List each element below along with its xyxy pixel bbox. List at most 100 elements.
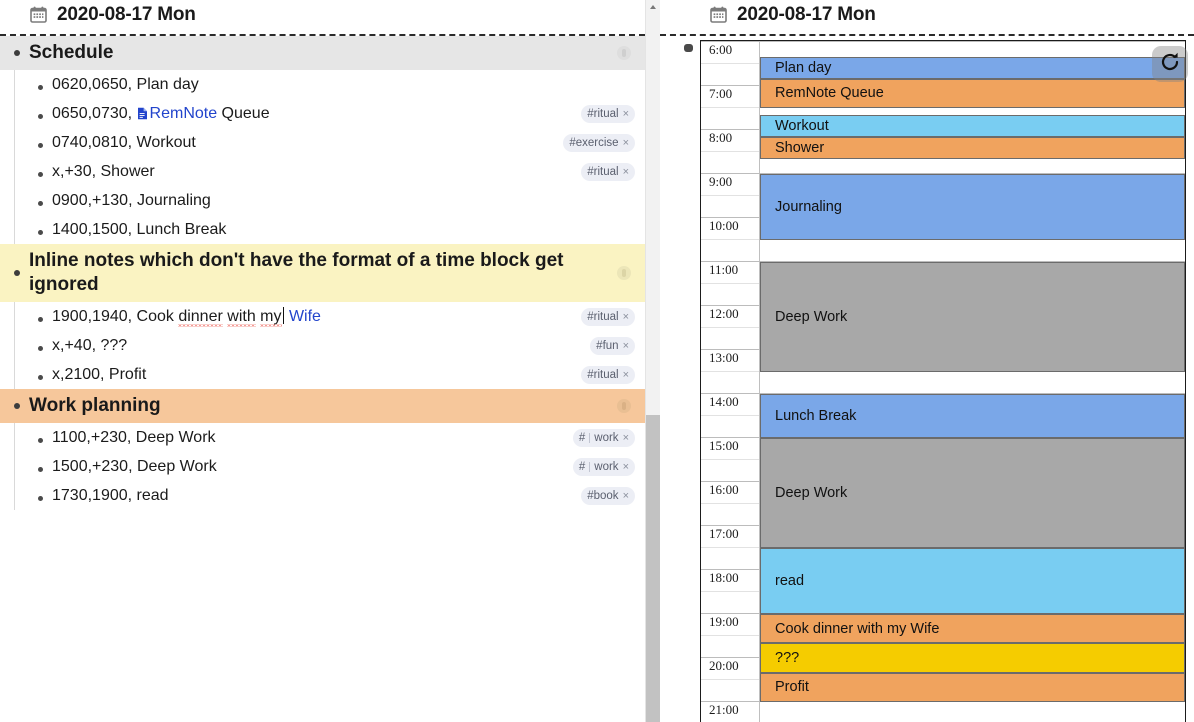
hour-label: 12:00 bbox=[709, 306, 739, 321]
list-item[interactable]: x,+30, Shower #ritual × bbox=[30, 157, 645, 186]
calendar-event[interactable]: Plan day bbox=[760, 56, 1185, 79]
group-label: Schedule bbox=[29, 42, 114, 63]
close-icon[interactable]: × bbox=[623, 432, 629, 444]
refresh-button[interactable] bbox=[1152, 46, 1188, 82]
tag-list: #ritual × bbox=[581, 365, 635, 384]
bullet-icon bbox=[684, 44, 693, 52]
group-badge-icon[interactable] bbox=[617, 266, 631, 280]
list-item[interactable]: x,+40, ??? #fun × bbox=[30, 331, 645, 360]
outline-group-inline-notes[interactable]: Inline notes which don't have the format… bbox=[0, 244, 645, 302]
calendar-event[interactable]: Profit bbox=[760, 672, 1185, 702]
hour-row[interactable]: 21:00 bbox=[701, 701, 1185, 722]
tag-exercise[interactable]: #exercise × bbox=[563, 133, 635, 152]
half-hour-gridline bbox=[701, 503, 759, 504]
tag-fun[interactable]: #fun × bbox=[590, 336, 635, 355]
list-item[interactable]: x,2100, Profit #ritual × bbox=[30, 360, 645, 389]
half-hour-gridline bbox=[701, 415, 759, 416]
calendar-event-title: Profit bbox=[775, 679, 809, 696]
close-icon[interactable]: × bbox=[623, 311, 629, 323]
hour-label: 20:00 bbox=[709, 658, 739, 673]
list-item[interactable]: 0740,0810, Workout #exercise × bbox=[30, 128, 645, 157]
tag-hash: # bbox=[578, 460, 586, 473]
calendar-event-title: RemNote Queue bbox=[775, 85, 884, 102]
calendar-event[interactable]: Workout bbox=[760, 115, 1185, 138]
calendar-event[interactable]: ??? bbox=[760, 643, 1185, 673]
half-hour-gridline bbox=[701, 283, 759, 284]
tag-work[interactable]: # work × bbox=[572, 457, 635, 476]
tag-label: #ritual bbox=[587, 310, 619, 323]
list-item[interactable]: 0620,0650, Plan day bbox=[30, 70, 645, 99]
list-item[interactable]: 1100,+230, Deep Work # work × bbox=[30, 423, 645, 452]
close-icon[interactable]: × bbox=[623, 461, 629, 473]
close-icon[interactable]: × bbox=[623, 490, 629, 502]
calendar-event-title: Plan day bbox=[775, 59, 832, 76]
hour-label: 10:00 bbox=[709, 218, 739, 233]
close-icon[interactable]: × bbox=[623, 340, 629, 352]
close-icon[interactable]: × bbox=[623, 369, 629, 381]
calendar-icon bbox=[710, 6, 727, 23]
close-icon[interactable]: × bbox=[623, 108, 629, 120]
tag-label: work bbox=[594, 460, 619, 473]
wife-link[interactable]: Wife bbox=[289, 308, 321, 325]
calendar-event[interactable]: Deep Work bbox=[760, 438, 1185, 548]
tag-ritual[interactable]: #ritual × bbox=[581, 365, 635, 384]
hour-label: 7:00 bbox=[709, 86, 733, 101]
vertical-scrollbar[interactable] bbox=[645, 0, 661, 722]
half-hour-gridline bbox=[701, 371, 759, 372]
calendar-event[interactable]: Cook dinner with my Wife bbox=[760, 614, 1185, 644]
list-item[interactable]: 1500,+230, Deep Work # work × bbox=[30, 452, 645, 481]
list-item[interactable]: 1900,1940, Cook dinner with my Wife #rit… bbox=[30, 302, 645, 331]
calendar-event-title: ??? bbox=[775, 649, 800, 666]
half-hour-gridline bbox=[701, 679, 759, 680]
tag-list: #ritual × bbox=[581, 307, 635, 326]
day-calendar-grid[interactable]: 6:00 7:00 8:00 9:00 10:00 11:00 12:00 13:00 14:0… bbox=[700, 40, 1186, 722]
group-badge-icon[interactable] bbox=[617, 399, 631, 413]
calendar-event[interactable]: RemNote Queue bbox=[760, 78, 1185, 108]
hour-gridline bbox=[701, 41, 1185, 42]
tag-work[interactable]: # work × bbox=[572, 428, 635, 447]
calendar-event-title: Workout bbox=[775, 118, 829, 135]
tag-ritual[interactable]: #ritual × bbox=[581, 307, 635, 326]
tag-label: #ritual bbox=[587, 107, 619, 120]
list-item[interactable]: 0650,0730, RemNote Queue #ritual × bbox=[30, 99, 645, 128]
outline-group-schedule[interactable]: Schedule bbox=[0, 36, 645, 70]
scroll-up-icon[interactable] bbox=[646, 0, 661, 14]
list-item[interactable]: 1730,1900, read #book × bbox=[30, 481, 645, 510]
list-item[interactable]: 1400,1500, Lunch Break bbox=[30, 215, 645, 244]
left-outline-pane[interactable]: 2020-08-17 Mon Schedule 0620,0650, Plan … bbox=[0, 0, 645, 722]
scrollbar-thumb[interactable] bbox=[646, 415, 661, 722]
tag-ritual[interactable]: #ritual × bbox=[581, 162, 635, 181]
spellcheck-word: dinner bbox=[178, 308, 223, 325]
tag-ritual[interactable]: #ritual × bbox=[581, 104, 635, 123]
group-badge-icon[interactable] bbox=[617, 46, 631, 60]
remnote-link[interactable]: RemNote bbox=[150, 105, 218, 122]
calendar-event[interactable]: read bbox=[760, 548, 1185, 614]
outline-root: Schedule 0620,0650, Plan day 0650,0730, … bbox=[0, 36, 645, 510]
tag-separator bbox=[589, 461, 591, 472]
half-hour-gridline bbox=[701, 635, 759, 636]
list-item-text: 1100,+230, Deep Work bbox=[52, 429, 216, 446]
calendar-wrapper: 6:00 7:00 8:00 9:00 10:00 11:00 12:00 13:00 14:0… bbox=[660, 36, 1194, 722]
calendar-event-title: Lunch Break bbox=[775, 408, 857, 424]
tag-label: #exercise bbox=[569, 136, 619, 149]
list-item[interactable]: 0900,+130, Journaling bbox=[30, 186, 645, 215]
list-item-text: 1400,1500, Lunch Break bbox=[52, 221, 227, 238]
calendar-event[interactable]: Journaling bbox=[760, 174, 1185, 240]
tag-list: #fun × bbox=[590, 336, 635, 355]
tag-book[interactable]: #book × bbox=[581, 486, 635, 505]
close-icon[interactable]: × bbox=[623, 137, 629, 149]
hour-label: 17:00 bbox=[709, 526, 739, 541]
calendar-event[interactable]: Lunch Break bbox=[760, 394, 1185, 438]
calendar-event[interactable]: Shower bbox=[760, 137, 1185, 160]
right-calendar-pane[interactable]: 2020-08-17 Mon 6:00 7:00 8:00 9:00 10:00 11:0… bbox=[660, 0, 1194, 722]
hour-label: 15:00 bbox=[709, 438, 739, 453]
half-hour-gridline bbox=[701, 195, 759, 196]
list-item-text: x,2100, Profit bbox=[52, 366, 147, 383]
outline-group-work-planning[interactable]: Work planning bbox=[0, 389, 645, 423]
hour-label: 14:00 bbox=[709, 394, 739, 409]
calendar-event[interactable]: Deep Work bbox=[760, 262, 1185, 372]
group-label: Inline notes which don't have the format… bbox=[29, 250, 564, 295]
close-icon[interactable]: × bbox=[623, 166, 629, 178]
calendar-event-title: Deep Work bbox=[775, 309, 848, 325]
tag-list: #exercise × bbox=[563, 133, 635, 152]
